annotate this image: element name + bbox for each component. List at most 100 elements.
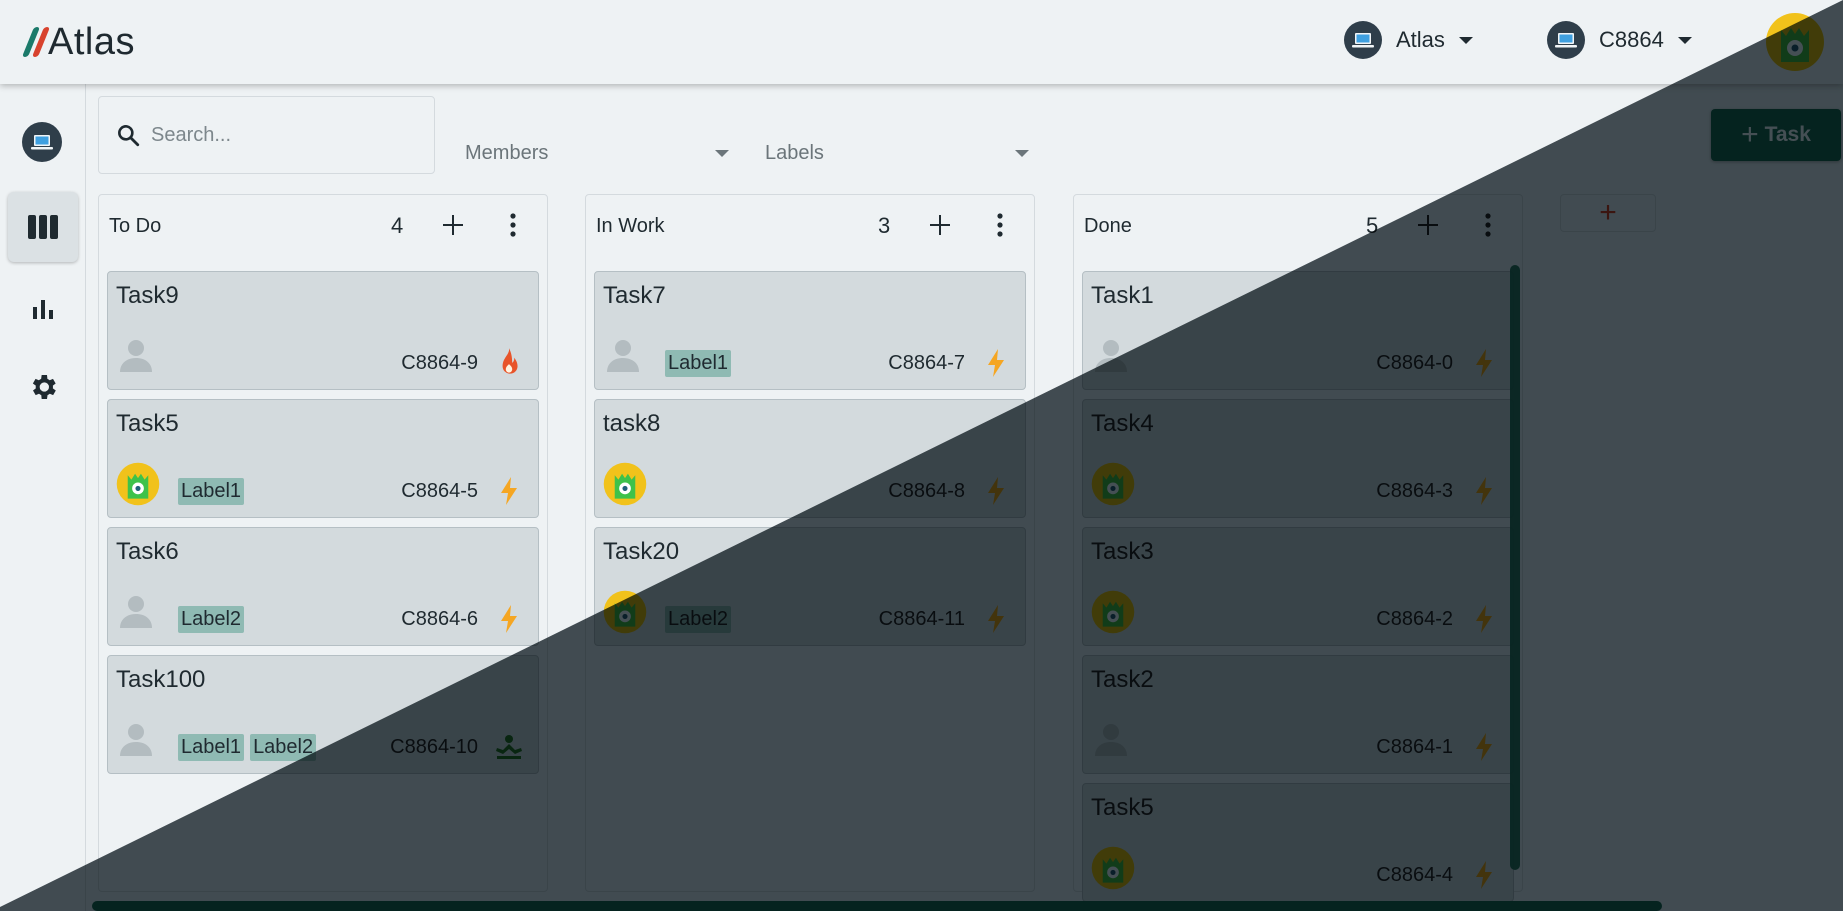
plus-icon bbox=[930, 215, 950, 235]
task-card[interactable]: Task4 C8864-3 bbox=[1082, 399, 1514, 518]
default-user-icon[interactable] bbox=[603, 334, 647, 378]
add-card-button[interactable] bbox=[922, 207, 958, 243]
column-header: Done 5 bbox=[1074, 195, 1522, 257]
label-chip[interactable]: Label2 bbox=[250, 734, 317, 761]
workspace-avatar[interactable] bbox=[22, 122, 62, 162]
plus-icon: + bbox=[1599, 196, 1617, 229]
column-task-count: 5 bbox=[1366, 213, 1379, 238]
more-vert-icon bbox=[1485, 213, 1491, 237]
label-chip[interactable]: Label1 bbox=[665, 350, 732, 377]
laptop-icon bbox=[1547, 21, 1585, 59]
column-menu-button[interactable] bbox=[982, 207, 1018, 243]
bar-chart-icon bbox=[33, 300, 53, 319]
workspace-selector[interactable]: Atlas bbox=[1344, 20, 1473, 60]
add-column-button[interactable]: + bbox=[1560, 194, 1656, 232]
search-box[interactable] bbox=[98, 96, 435, 174]
plus-icon bbox=[1418, 215, 1438, 235]
user-avatar[interactable] bbox=[1091, 462, 1135, 506]
column-header: In Work 3 bbox=[586, 195, 1034, 257]
task-id: C8864-1 bbox=[1376, 736, 1453, 758]
workspace-name: Atlas bbox=[1396, 27, 1445, 52]
user-avatar[interactable] bbox=[1091, 590, 1135, 634]
task-card[interactable]: Task9 C8864-9 bbox=[107, 271, 539, 390]
add-card-button[interactable] bbox=[435, 207, 471, 243]
task-id: C8864-5 bbox=[401, 480, 478, 502]
task-id: C8864-7 bbox=[888, 352, 965, 374]
nav-stats-button[interactable] bbox=[8, 274, 78, 344]
app-logo[interactable]: Atlas bbox=[21, 20, 135, 64]
add-card-button[interactable] bbox=[1410, 207, 1446, 243]
task-card[interactable]: Task7 Label1 C8864-7 bbox=[594, 271, 1026, 390]
task-title: Task6 bbox=[116, 538, 179, 565]
board-column: In Work 3 Task7 Label1 C8864-7 task8 C8864-8 Ta… bbox=[585, 194, 1035, 892]
task-card[interactable]: Task3 C8864-2 bbox=[1082, 527, 1514, 646]
plus-icon: + bbox=[1741, 118, 1759, 151]
search-icon bbox=[118, 125, 140, 147]
task-card[interactable]: Task1 C8864-0 bbox=[1082, 271, 1514, 390]
task-card[interactable]: Task100 Label1 Label2 C8864-10 bbox=[107, 655, 539, 774]
task-title: Task4 bbox=[1091, 410, 1154, 437]
chevron-down-icon bbox=[1015, 149, 1029, 157]
task-id: C8864-6 bbox=[401, 608, 478, 630]
label-list: Label2 bbox=[665, 606, 732, 633]
bolt-icon bbox=[1469, 858, 1499, 892]
label-chip[interactable]: Label2 bbox=[665, 606, 732, 633]
task-title: Task1 bbox=[1091, 282, 1154, 309]
chevron-down-icon bbox=[1458, 36, 1473, 44]
bolt-icon bbox=[1469, 474, 1499, 508]
task-title: Task9 bbox=[116, 282, 179, 309]
chevron-down-icon bbox=[715, 149, 729, 157]
plus-icon bbox=[443, 215, 463, 235]
board-column: Done 5 Task1 C8864-0 Task4 C8864-3 Task3 C8864-… bbox=[1073, 194, 1523, 902]
user-avatar[interactable] bbox=[603, 590, 647, 634]
board-horizontal-scrollbar[interactable] bbox=[92, 901, 1662, 911]
meditation-icon bbox=[494, 730, 524, 764]
bolt-icon bbox=[981, 346, 1011, 380]
task-card[interactable]: Task5 Label1 C8864-5 bbox=[107, 399, 539, 518]
column-title: To Do bbox=[109, 215, 162, 237]
task-card[interactable]: Task6 Label2 C8864-6 bbox=[107, 527, 539, 646]
labels-filter[interactable]: Labels bbox=[765, 138, 1029, 168]
column-header: To Do 4 bbox=[99, 195, 547, 257]
more-vert-icon bbox=[510, 213, 516, 237]
label-list: Label1 Label2 bbox=[178, 734, 317, 761]
task-card[interactable]: task8 C8864-8 bbox=[594, 399, 1026, 518]
label-chip[interactable]: Label1 bbox=[178, 734, 245, 761]
user-avatar[interactable] bbox=[116, 462, 160, 506]
user-avatar[interactable] bbox=[1765, 12, 1825, 72]
default-user-icon[interactable] bbox=[116, 334, 160, 378]
default-user-icon[interactable] bbox=[1091, 334, 1135, 378]
members-filter[interactable]: Members bbox=[465, 138, 729, 168]
gear-icon bbox=[32, 375, 56, 399]
column-title: Done bbox=[1084, 215, 1132, 237]
column-menu-button[interactable] bbox=[1470, 207, 1506, 243]
user-avatar[interactable] bbox=[603, 462, 647, 506]
fire-icon bbox=[494, 346, 524, 380]
bolt-icon bbox=[981, 474, 1011, 508]
default-user-icon[interactable] bbox=[116, 718, 160, 762]
user-avatar[interactable] bbox=[1091, 846, 1135, 890]
add-task-button[interactable]: + Task bbox=[1711, 109, 1841, 161]
default-user-icon[interactable] bbox=[1091, 718, 1135, 762]
task-title: Task5 bbox=[116, 410, 179, 437]
task-id: C8864-0 bbox=[1376, 352, 1453, 374]
nav-board-button[interactable] bbox=[8, 192, 78, 262]
search-input[interactable] bbox=[151, 123, 411, 147]
label-chip[interactable]: Label2 bbox=[178, 606, 245, 633]
more-vert-icon bbox=[997, 213, 1003, 237]
default-user-icon[interactable] bbox=[116, 590, 160, 634]
label-chip[interactable]: Label1 bbox=[178, 478, 245, 505]
task-card[interactable]: Task2 C8864-1 bbox=[1082, 655, 1514, 774]
project-selector[interactable]: C8864 bbox=[1547, 20, 1692, 60]
bolt-icon bbox=[494, 474, 524, 508]
add-task-label: Task bbox=[1764, 123, 1811, 146]
column-menu-button[interactable] bbox=[495, 207, 531, 243]
task-card[interactable]: Task5 C8864-4 bbox=[1082, 783, 1514, 902]
task-title: Task2 bbox=[1091, 666, 1154, 693]
bolt-icon bbox=[1469, 602, 1499, 636]
top-bar: Atlas Atlas C8864 bbox=[0, 0, 1843, 84]
nav-settings-button[interactable] bbox=[8, 352, 78, 422]
done-column-scrollbar[interactable] bbox=[1510, 265, 1520, 870]
task-card[interactable]: Task20 Label2 C8864-11 bbox=[594, 527, 1026, 646]
task-id: C8864-8 bbox=[888, 480, 965, 502]
